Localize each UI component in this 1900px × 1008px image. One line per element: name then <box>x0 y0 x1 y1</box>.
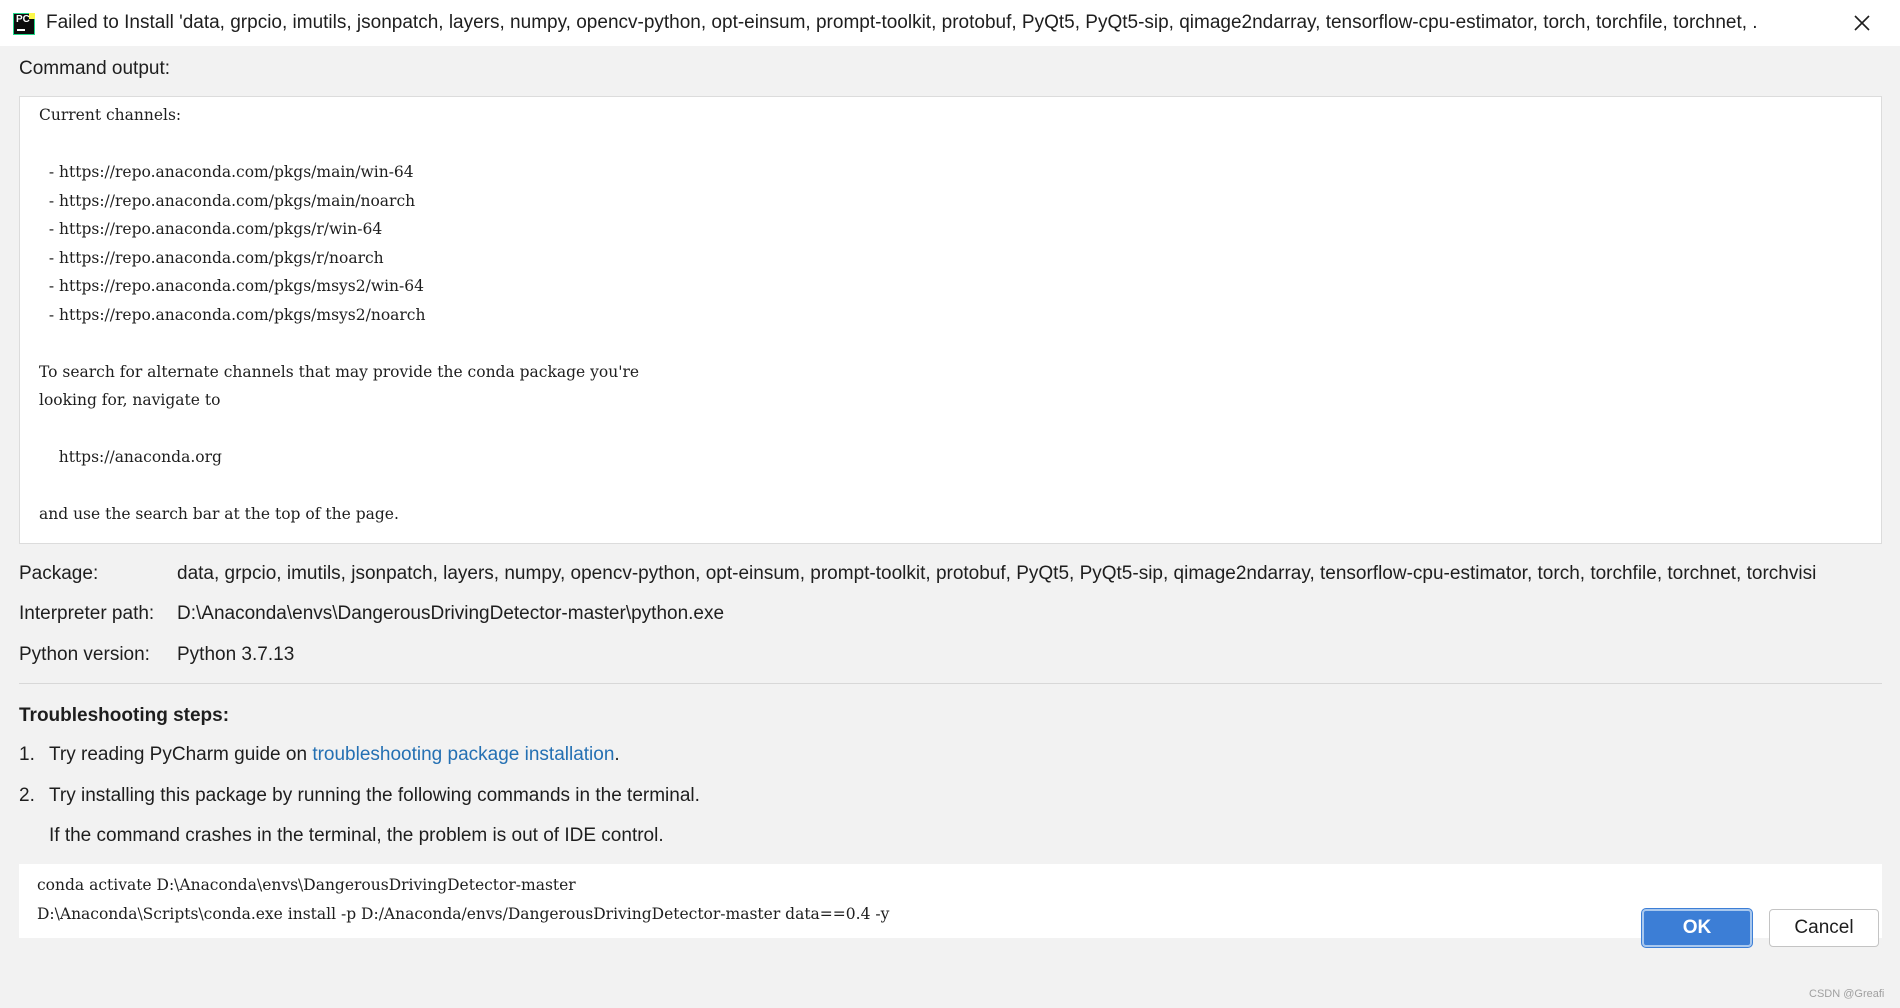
dialog-title: Failed to Install 'data, grpcio, imutils… <box>46 12 1758 33</box>
interpreter-path-label: Interpreter path: <box>19 603 155 624</box>
terminal-commands-panel[interactable]: conda activate D:\Anaconda\envs\Dangerou… <box>19 864 1882 938</box>
close-button[interactable] <box>1846 8 1878 38</box>
step-2-text: Try installing this package by running t… <box>49 785 700 806</box>
python-version-label: Python version: <box>19 644 150 665</box>
dialog-content: Command output: Current channels: - http… <box>0 46 1900 1008</box>
package-value: data, grpcio, imutils, jsonpatch, layers… <box>177 563 1817 584</box>
step-number: 1. <box>19 744 35 765</box>
pycharm-logo-icon: PC <box>13 13 35 35</box>
ok-button[interactable]: OK <box>1642 909 1752 947</box>
close-icon <box>1854 15 1870 31</box>
command-output-text: Current channels: - https://repo.anacond… <box>39 106 640 523</box>
command-output-label: Command output: <box>19 58 171 79</box>
troubleshooting-guide-link[interactable]: troubleshooting package installation <box>312 744 614 765</box>
package-row: Package: data, grpcio, imutils, jsonpatc… <box>19 563 1882 589</box>
step-1-prefix: Try reading PyCharm guide on <box>49 744 313 765</box>
section-divider <box>19 683 1882 684</box>
terminal-commands-text: conda activate D:\Anaconda\envs\Dangerou… <box>37 876 890 923</box>
dialog-title-bar: PC Failed to Install 'data, grpcio, imut… <box>0 0 1900 46</box>
package-label: Package: <box>19 563 99 584</box>
watermark: CSDN @Greafi <box>1809 988 1885 1000</box>
troubleshooting-heading: Troubleshooting steps: <box>19 705 230 726</box>
python-version-value: Python 3.7.13 <box>177 644 295 665</box>
command-output-panel[interactable]: Current channels: - https://repo.anacond… <box>19 96 1882 544</box>
step-number: 2. <box>19 785 35 806</box>
step-2-note: If the command crashes in the terminal, … <box>49 825 664 846</box>
cancel-button[interactable]: Cancel <box>1769 909 1879 947</box>
interpreter-path-value: D:\Anaconda\envs\DangerousDrivingDetecto… <box>177 603 725 624</box>
step-1-suffix: . <box>614 744 620 765</box>
